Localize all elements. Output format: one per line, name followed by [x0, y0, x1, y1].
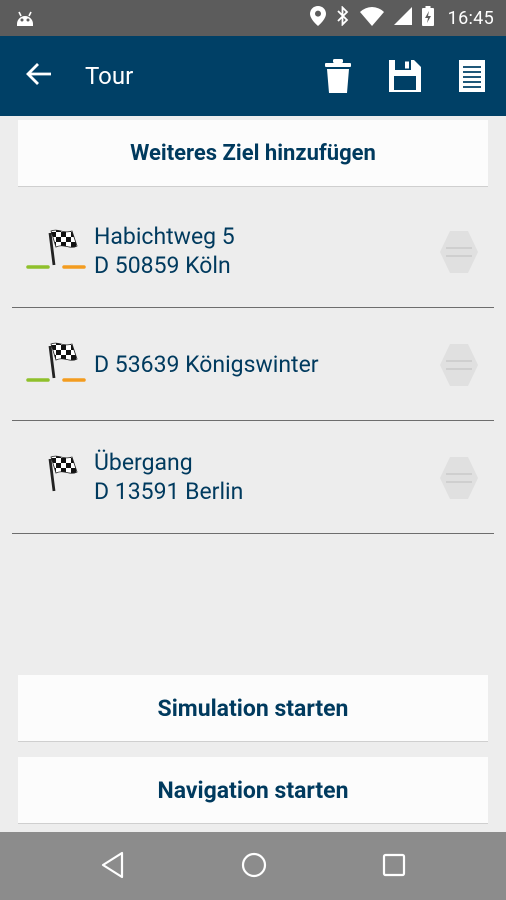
destination-line2: D 50859 Köln — [94, 252, 231, 279]
page-title: Tour — [85, 62, 134, 90]
add-destination-button[interactable]: Weiteres Ziel hinzufügen — [18, 120, 488, 187]
checkered-flag-icon — [26, 227, 88, 282]
signal-icon — [393, 7, 412, 29]
system-nav-bar — [0, 832, 506, 900]
recents-square-icon[interactable] — [380, 850, 408, 884]
destination-line2: D 13591 Berlin — [94, 478, 244, 505]
status-bar: 16:45 — [0, 0, 506, 36]
status-time: 16:45 — [447, 7, 494, 29]
list-item[interactable]: D 53639 Königswinter — [12, 308, 494, 421]
list-item[interactable]: Übergang D 13591 Berlin — [12, 421, 494, 534]
drag-handle-icon[interactable] — [440, 457, 478, 503]
start-simulation-button[interactable]: Simulation starten — [18, 675, 488, 742]
drag-handle-icon[interactable] — [440, 231, 478, 277]
home-circle-icon[interactable] — [240, 850, 268, 884]
delete-icon[interactable] — [318, 56, 358, 96]
destination-list: Habichtweg 5 D 50859 Köln D 53639 Königs… — [12, 195, 494, 534]
wifi-icon — [359, 6, 384, 30]
app-bar: Tour — [0, 36, 506, 116]
list-item[interactable]: Habichtweg 5 D 50859 Köln — [12, 195, 494, 308]
destination-line1: Übergang — [94, 449, 193, 476]
checkered-flag-icon — [26, 453, 88, 508]
save-icon[interactable] — [385, 56, 425, 96]
checkered-flag-icon — [26, 340, 88, 395]
destination-line1: Habichtweg 5 — [94, 223, 235, 250]
back-triangle-icon[interactable] — [100, 850, 126, 884]
location-icon — [309, 6, 326, 30]
drag-handle-icon[interactable] — [440, 344, 478, 390]
destination-line1: D 53639 Königswinter — [94, 350, 319, 378]
bluetooth-icon — [336, 5, 350, 30]
back-arrow-icon[interactable] — [26, 62, 52, 90]
battery-icon — [421, 6, 434, 30]
start-navigation-button[interactable]: Navigation starten — [18, 757, 488, 824]
list-icon[interactable] — [452, 56, 492, 96]
android-icon — [14, 8, 36, 32]
